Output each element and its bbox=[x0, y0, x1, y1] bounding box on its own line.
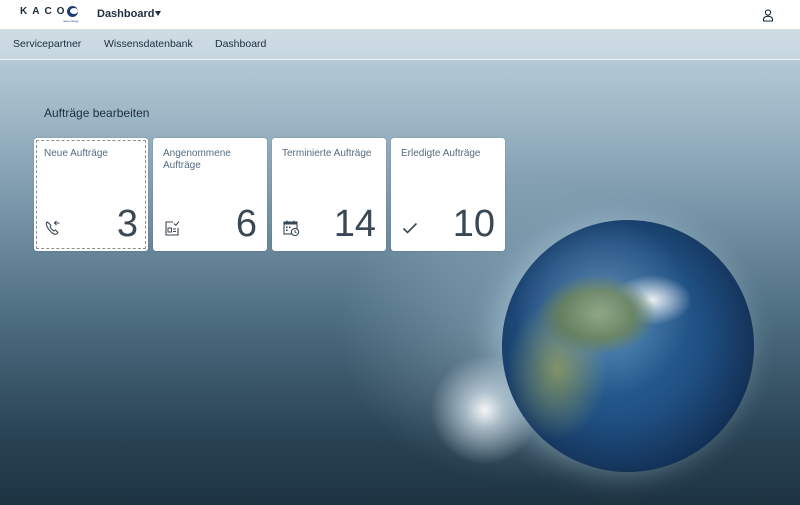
kaco-logo[interactable]: KACO new energy bbox=[20, 6, 82, 24]
document-check-icon bbox=[165, 221, 180, 236]
earth-image bbox=[502, 220, 754, 472]
tile-count: 6 bbox=[235, 203, 257, 245]
tile-neue-auftraege[interactable]: Neue Aufträge 3 bbox=[34, 138, 148, 251]
shell-bar: KACO new energy Dashboard bbox=[0, 0, 800, 30]
nav-item-wissensdatenbank[interactable]: Wissensdatenbank bbox=[104, 38, 193, 50]
tile-title: Terminierte Aufträge bbox=[282, 148, 372, 159]
nav-item-dashboard[interactable]: Dashboard bbox=[215, 38, 266, 50]
calendar-clock-icon bbox=[283, 220, 300, 237]
tile-title: Angenommene Aufträge bbox=[163, 148, 231, 171]
tile-count: 3 bbox=[116, 203, 138, 245]
checkmark-icon bbox=[402, 222, 418, 234]
chevron-down-icon[interactable] bbox=[155, 11, 161, 16]
tile-terminierte-auftraege[interactable]: Terminierte Aufträge 14 bbox=[272, 138, 386, 251]
tile-erledigte-auftraege[interactable]: Erledigte Aufträge 10 bbox=[391, 138, 505, 251]
user-icon[interactable] bbox=[761, 8, 775, 22]
tile-title: Neue Aufträge bbox=[44, 148, 108, 159]
tile-count: 10 bbox=[452, 203, 495, 245]
app-title-menu[interactable]: Dashboard bbox=[97, 8, 154, 20]
navigation-bar: Servicepartner Wissensdatenbank Dashboar… bbox=[0, 30, 800, 60]
tile-count: 14 bbox=[333, 203, 376, 245]
logo-mark bbox=[67, 6, 78, 17]
logo-subtext: new energy bbox=[63, 19, 79, 23]
nav-item-servicepartner[interactable]: Servicepartner bbox=[13, 38, 81, 50]
tile-title: Erledigte Aufträge bbox=[401, 148, 481, 159]
phone-incoming-icon bbox=[45, 220, 60, 235]
logo-text: KACO bbox=[20, 6, 70, 17]
tile-angenommene-auftraege[interactable]: Angenommene Aufträge 6 bbox=[153, 138, 267, 251]
group-title: Aufträge bearbeiten bbox=[44, 106, 150, 120]
